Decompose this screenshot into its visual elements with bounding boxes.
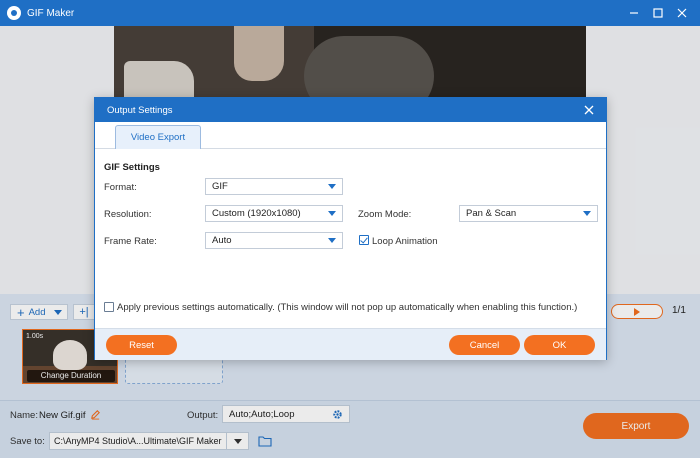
resolution-label: Resolution:: [104, 209, 152, 220]
format-label: Format:: [104, 182, 137, 193]
chevron-down-icon: [583, 211, 591, 216]
output-settings-dialog: Output Settings Video Export GIF Setting…: [94, 97, 607, 360]
frame-rate-select[interactable]: Auto: [205, 232, 343, 249]
maximize-icon: [653, 8, 663, 18]
dialog-title: Output Settings: [107, 104, 173, 116]
loop-animation-checkbox[interactable]: [359, 235, 369, 245]
reset-button[interactable]: Reset: [106, 335, 177, 355]
close-button[interactable]: [670, 0, 694, 26]
dialog-title-bar: Output Settings: [95, 98, 606, 122]
resolution-value: Custom (1920x1080): [212, 208, 301, 219]
dialog-close-icon[interactable]: [582, 103, 596, 117]
title-bar: GIF Maker: [0, 0, 700, 26]
format-select[interactable]: GIF: [205, 178, 343, 195]
maximize-button[interactable]: [646, 0, 670, 26]
chevron-down-icon: [328, 238, 336, 243]
chevron-down-icon: [328, 184, 336, 189]
minimize-button[interactable]: [622, 0, 646, 26]
format-value: GIF: [212, 181, 228, 192]
apply-previous-checkbox[interactable]: [104, 302, 114, 312]
apply-previous-label: Apply previous settings automatically. (…: [117, 302, 578, 313]
zoom-mode-select[interactable]: Pan & Scan: [459, 205, 598, 222]
chevron-down-icon: [328, 211, 336, 216]
minimize-icon: [630, 12, 638, 14]
zoom-mode-value: Pan & Scan: [466, 208, 517, 219]
dialog-footer: Reset Cancel OK: [95, 328, 606, 360]
tab-video-export[interactable]: Video Export: [115, 125, 201, 149]
app-logo-icon: [7, 6, 21, 20]
zoom-mode-label: Zoom Mode:: [358, 209, 412, 220]
frame-rate-value: Auto: [212, 235, 232, 246]
loop-animation-label: Loop Animation: [372, 236, 438, 247]
cancel-button[interactable]: Cancel: [449, 335, 520, 355]
app-title: GIF Maker: [27, 7, 75, 19]
dialog-tabs: Video Export: [95, 122, 606, 149]
ok-button[interactable]: OK: [524, 335, 595, 355]
gif-settings-heading: GIF Settings: [104, 162, 160, 173]
close-icon: [677, 8, 687, 18]
resolution-select[interactable]: Custom (1920x1080): [205, 205, 343, 222]
frame-rate-label: Frame Rate:: [104, 236, 157, 247]
window-controls: [622, 0, 694, 26]
